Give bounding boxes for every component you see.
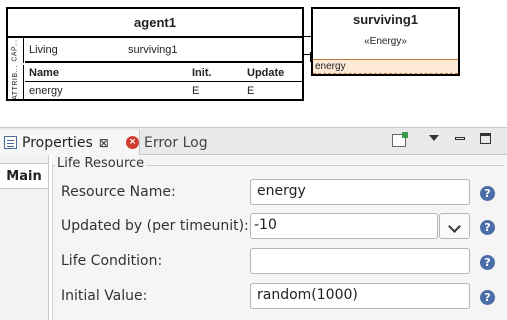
- tab-properties-label: Properties: [22, 134, 93, 151]
- help-icon[interactable]: ?: [480, 186, 495, 201]
- help-icon[interactable]: ?: [480, 220, 495, 235]
- attr-name: energy: [29, 85, 63, 97]
- diagram-canvas[interactable]: agent1 CAP... Living surviving1 ATTRIB..…: [0, 0, 507, 127]
- tab-error-log[interactable]: × Error Log: [122, 130, 208, 155]
- updated-by-combo[interactable]: -10: [250, 213, 438, 239]
- attributes-compartment-label: ATTRIB...: [8, 65, 24, 100]
- initial-value-label: Initial Value:: [61, 288, 148, 304]
- attr-init: E: [192, 85, 200, 97]
- attr-header-init: Init.: [192, 67, 212, 79]
- surviving-stereotype: «Energy»: [364, 36, 407, 47]
- edit-icon[interactable]: [392, 132, 408, 147]
- updated-by-label: Updated by (per timeunit):: [61, 218, 249, 234]
- capability-row[interactable]: Living surviving1: [25, 38, 302, 63]
- attribute-header-row: Name Init. Update: [25, 65, 302, 82]
- capability-name: Living: [29, 44, 58, 56]
- error-log-icon: ×: [126, 136, 139, 149]
- surviving-title: surviving1: [352, 12, 419, 27]
- close-icon[interactable]: ⊠: [99, 136, 109, 150]
- help-icon[interactable]: ?: [480, 290, 495, 305]
- surviving-node[interactable]: surviving1 «Energy» energy: [311, 7, 460, 76]
- maximize-icon[interactable]: [480, 133, 491, 144]
- properties-panel: Main Life Resource Resource Name: energy…: [0, 155, 507, 320]
- capabilities-label: CAP...: [12, 39, 20, 62]
- side-tab-main[interactable]: Main: [0, 163, 49, 189]
- attr-header-name: Name: [29, 67, 59, 79]
- tab-error-log-label: Error Log: [144, 134, 208, 151]
- attributes-label: ATTRIB...: [12, 65, 19, 100]
- chevron-down-icon[interactable]: [439, 213, 470, 239]
- life-condition-input[interactable]: [250, 248, 470, 274]
- resource-name-input[interactable]: energy: [250, 179, 470, 205]
- resource-name-label: Resource Name:: [61, 184, 176, 200]
- attr-update: E: [247, 85, 255, 97]
- attribute-row[interactable]: energy E E: [25, 83, 302, 100]
- minimize-icon[interactable]: [455, 137, 465, 140]
- view-tab-bar: Properties ⊠ × Error Log: [0, 127, 507, 155]
- life-condition-label: Life Condition:: [61, 253, 163, 269]
- help-icon[interactable]: ?: [480, 255, 495, 270]
- agent-title: agent1: [8, 9, 302, 38]
- surviving-attribute[interactable]: energy: [313, 59, 458, 74]
- capabilities-compartment-label: CAP...: [8, 38, 24, 63]
- attr-header-update: Update: [247, 67, 285, 79]
- agent-node[interactable]: agent1 CAP... Living surviving1 ATTRIB..…: [6, 7, 304, 101]
- properties-list-icon: [4, 136, 17, 149]
- tab-properties[interactable]: Properties ⊠: [0, 130, 140, 155]
- view-menu-icon[interactable]: [429, 135, 439, 141]
- group-title: Life Resource: [55, 156, 147, 171]
- initial-value-input[interactable]: random(1000): [250, 283, 470, 309]
- properties-content: Life Resource Resource Name: energy ? Up…: [52, 155, 507, 320]
- capability-value: surviving1: [128, 44, 178, 56]
